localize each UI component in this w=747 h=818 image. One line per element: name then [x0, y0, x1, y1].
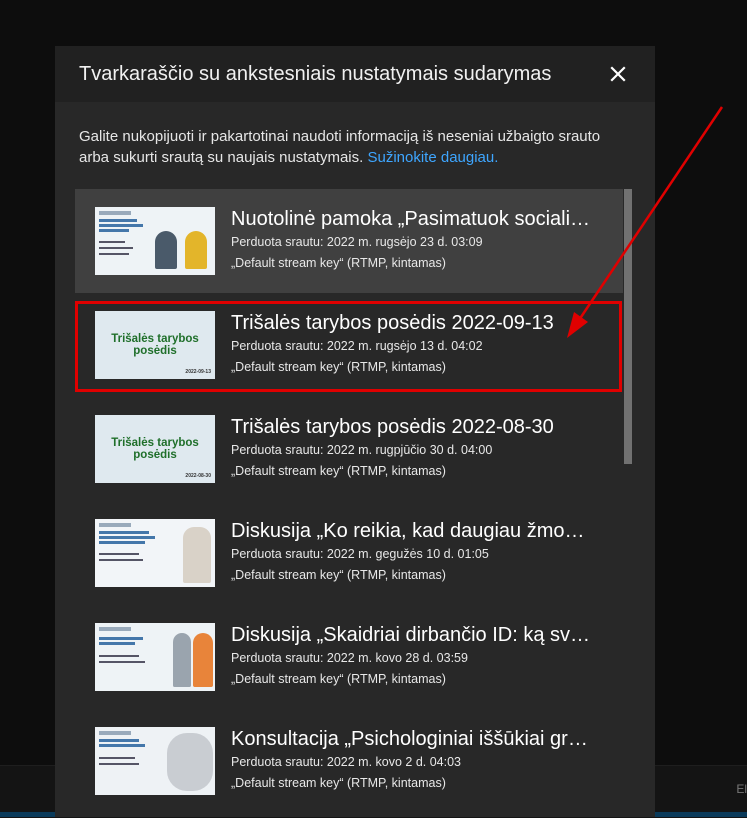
- stream-item[interactable]: Nuotolinė pamoka „Pasimatuok sociali… Pe…: [75, 189, 623, 293]
- stream-thumbnail: [95, 623, 215, 691]
- stream-thumbnail: [95, 727, 215, 795]
- stream-date: Perduota srautu: 2022 m. rugsėjo 23 d. 0…: [231, 235, 483, 249]
- stream-list: Nuotolinė pamoka „Pasimatuok sociali… Pe…: [75, 189, 623, 817]
- stream-key: „Default stream key“ (RTMP, kintamas): [231, 776, 446, 790]
- stream-item[interactable]: Diskusija „Skaidriai dirbančio ID: ką sv…: [75, 605, 623, 709]
- thumbnail-title: Trišalės tarybos posėdis: [111, 437, 199, 461]
- stream-thumbnail: [95, 519, 215, 587]
- close-icon: [610, 66, 626, 82]
- stream-key: „Default stream key“ (RTMP, kintamas): [231, 256, 446, 270]
- stream-title: Konsultacija „Psichologiniai iššūkiai gr…: [231, 728, 588, 750]
- highlight-annotation: [75, 301, 622, 392]
- stream-key: „Default stream key“ (RTMP, kintamas): [231, 672, 446, 686]
- thumbnail-date: 2022-08-30: [185, 473, 211, 479]
- description-text: Galite nukopijuoti ir pakartotinai naudo…: [79, 128, 601, 166]
- stream-title: Diskusija „Ko reikia, kad daugiau žmo…: [231, 520, 585, 542]
- stream-thumbnail: [95, 207, 215, 275]
- stream-date: Perduota srautu: 2022 m. rugpjūčio 30 d.…: [231, 443, 493, 457]
- stream-key: „Default stream key“ (RTMP, kintamas): [231, 464, 446, 478]
- close-button[interactable]: [606, 62, 630, 86]
- dialog-description: Galite nukopijuoti ir pakartotinai naudo…: [79, 126, 619, 168]
- scrollbar-thumb[interactable]: [624, 189, 632, 464]
- dialog-header: Tvarkaraščio su ankstesniais nustatymais…: [55, 46, 655, 102]
- dialog-title: Tvarkaraščio su ankstesniais nustatymais…: [79, 63, 552, 85]
- stream-date: Perduota srautu: 2022 m. gegužės 10 d. 0…: [231, 547, 489, 561]
- stream-title: Diskusija „Skaidriai dirbančio ID: ką sv…: [231, 624, 591, 646]
- stream-title: Nuotolinė pamoka „Pasimatuok sociali…: [231, 208, 591, 230]
- stream-key: „Default stream key“ (RTMP, kintamas): [231, 568, 446, 582]
- list-scrollbar[interactable]: [624, 189, 632, 817]
- stream-item[interactable]: Trišalės tarybos posėdis 2022-08-30 Triš…: [75, 397, 623, 501]
- stream-thumbnail: Trišalės tarybos posėdis 2022-08-30: [95, 415, 215, 483]
- stream-date: Perduota srautu: 2022 m. kovo 28 d. 03:5…: [231, 651, 468, 665]
- stream-item[interactable]: Konsultacija „Psichologiniai iššūkiai gr…: [75, 709, 623, 813]
- background-footer-text: El: [736, 782, 747, 796]
- stream-item[interactable]: Diskusija „Ko reikia, kad daugiau žmo… P…: [75, 501, 623, 605]
- stream-date: Perduota srautu: 2022 m. kovo 2 d. 04:03: [231, 755, 462, 769]
- stream-title: Trišalės tarybos posėdis 2022-08-30: [231, 416, 554, 438]
- learn-more-link[interactable]: Sužinokite daugiau.: [367, 149, 498, 166]
- reuse-settings-dialog: Tvarkaraščio su ankstesniais nustatymais…: [55, 46, 655, 817]
